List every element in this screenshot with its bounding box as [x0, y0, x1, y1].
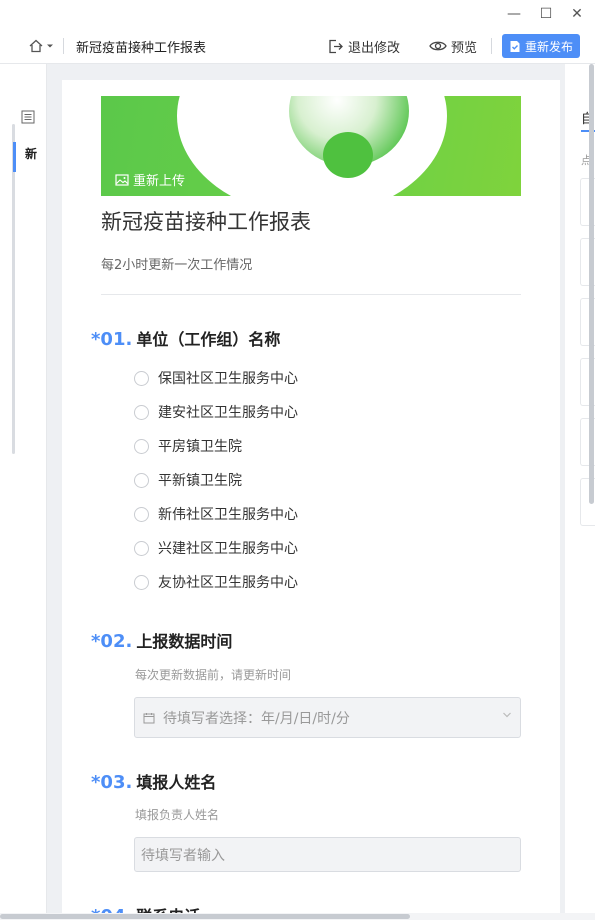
form-title[interactable]: 新冠疫苗接种工作报表	[101, 206, 311, 236]
datetime-picker-field[interactable]: 待填写者选择：年/月/日/时/分	[134, 697, 521, 738]
minimize-button[interactable]: —	[500, 4, 528, 24]
question-title: 单位（工作组）名称	[136, 330, 281, 349]
option-label: 建安社区卫生服务中心	[158, 405, 298, 421]
editor-toolbar: 新冠疫苗接种工作报表 退出修改 预览 重新发布	[0, 28, 595, 64]
option-label: 平新镇卫生院	[158, 473, 242, 489]
radio-option[interactable]: 平新镇卫生院	[134, 469, 242, 491]
question-hint: 每次更新数据前，请更新时间	[135, 668, 292, 682]
radio-button[interactable]	[134, 404, 149, 420]
form-description[interactable]: 每2小时更新一次工作情况	[101, 254, 252, 273]
option-label: 平房镇卫生院	[158, 439, 242, 455]
radio-option[interactable]: 平房镇卫生院	[134, 435, 242, 457]
form-canvas: 重新上传 新冠疫苗接种工作报表 每2小时更新一次工作情况 *01. 单位（工作组…	[62, 80, 560, 920]
question-3-header[interactable]: *03. 填报人姓名	[91, 769, 216, 793]
toolbar-divider-2	[491, 38, 492, 54]
home-icon	[29, 39, 43, 53]
toolbar-divider	[63, 38, 64, 54]
name-placeholder: 待填写者输入	[141, 847, 225, 864]
radio-option[interactable]: 友协社区卫生服务中心	[134, 571, 298, 593]
horizontal-scrollbar-thumb[interactable]	[0, 914, 410, 919]
preview-button[interactable]: 预览	[429, 35, 477, 57]
question-title: 填报人姓名	[136, 773, 217, 792]
reupload-banner-button[interactable]: 重新上传	[115, 170, 185, 189]
exit-edit-button[interactable]: 退出修改	[327, 35, 400, 57]
right-panel-scrollbar[interactable]	[589, 64, 594, 504]
banner-shape-green-dot	[323, 132, 373, 178]
radio-button[interactable]	[134, 506, 149, 522]
right-settings-panel: 自 点	[565, 64, 595, 920]
question-number: *03.	[91, 772, 133, 793]
home-menu-button[interactable]	[28, 36, 56, 56]
option-label: 新伟社区卫生服务中心	[158, 507, 298, 523]
option-label: 保国社区卫生服务中心	[158, 371, 298, 387]
window-titlebar: — ☐ ✕	[0, 0, 595, 28]
radio-button[interactable]	[134, 472, 149, 488]
exit-icon	[329, 39, 343, 53]
radio-button[interactable]	[134, 574, 149, 590]
left-rail-scrollbar[interactable]	[12, 124, 15, 454]
radio-option[interactable]: 保国社区卫生服务中心	[134, 367, 298, 389]
datetime-placeholder: 待填写者选择：年/月/日/时/分	[163, 710, 350, 727]
radio-button[interactable]	[134, 370, 149, 386]
reupload-label: 重新上传	[133, 174, 186, 189]
close-window-button[interactable]: ✕	[563, 4, 591, 24]
maximize-button[interactable]: ☐	[532, 4, 560, 24]
republish-button[interactable]: 重新发布	[502, 34, 580, 58]
option-label: 兴建社区卫生服务中心	[158, 541, 298, 557]
question-number: *02.	[91, 631, 133, 652]
option-label: 友协社区卫生服务中心	[158, 575, 298, 591]
outline-tab-indicator	[13, 142, 16, 172]
radio-option[interactable]: 兴建社区卫生服务中心	[134, 537, 298, 559]
preview-label: 预览	[451, 40, 478, 56]
question-hint: 填报负责人姓名	[135, 808, 220, 822]
eye-icon	[429, 41, 447, 51]
radio-option[interactable]: 新伟社区卫生服务中心	[134, 503, 298, 525]
image-icon	[115, 173, 129, 186]
name-text-field[interactable]: 待填写者输入	[134, 837, 521, 872]
radio-option[interactable]: 建安社区卫生服务中心	[134, 401, 298, 423]
exit-edit-label: 退出修改	[348, 40, 401, 56]
radio-button[interactable]	[134, 438, 149, 454]
radio-button[interactable]	[134, 540, 149, 556]
republish-label: 重新发布	[524, 39, 573, 54]
caret-down-icon	[47, 44, 53, 48]
header-divider	[101, 294, 521, 295]
publish-doc-icon	[510, 40, 520, 52]
question-title: 上报数据时间	[136, 632, 233, 651]
chevron-down-icon	[503, 712, 511, 718]
calendar-icon	[143, 712, 155, 723]
form-banner-image[interactable]: 重新上传	[101, 96, 521, 196]
left-outline-panel: 新	[0, 64, 47, 920]
question-number: *01.	[91, 329, 133, 350]
question-2-header[interactable]: *02. 上报数据时间	[91, 628, 232, 652]
document-title: 新冠疫苗接种工作报表	[76, 41, 207, 56]
outline-list-icon[interactable]	[21, 110, 35, 124]
outline-tab-new[interactable]: 新	[25, 145, 37, 162]
question-1-header[interactable]: *01. 单位（工作组）名称	[91, 326, 280, 350]
